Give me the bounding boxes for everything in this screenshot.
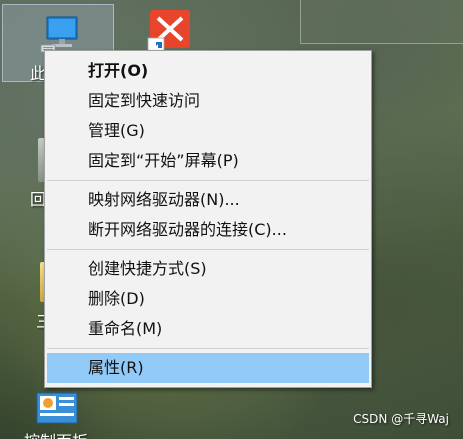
menu-item[interactable]: 映射网络驱动器(N)... <box>45 185 371 215</box>
menu-item[interactable]: 固定到“开始”屏幕(P) <box>45 146 371 176</box>
menu-separator <box>47 180 369 181</box>
menu-item[interactable]: 固定到快速访问 <box>45 86 371 116</box>
background-window <box>300 0 463 44</box>
app-shortcut-icon[interactable] <box>146 8 194 56</box>
menu-separator <box>47 348 369 349</box>
menu-item[interactable]: 删除(D) <box>45 284 371 314</box>
menu-separator <box>47 249 369 250</box>
context-menu: 打开(O) 固定到快速访问 管理(G) 固定到“开始”屏幕(P) 映射网络驱动器(N).… <box>44 50 372 388</box>
control-panel-label: 控制面板 <box>24 428 88 439</box>
menu-item[interactable]: 管理(G) <box>45 116 371 146</box>
control-panel-icon[interactable] <box>36 392 78 426</box>
menu-item[interactable]: 属性(R) <box>47 353 369 383</box>
menu-item[interactable]: 断开网络驱动器的连接(C)... <box>45 215 371 245</box>
menu-item[interactable]: 创建快捷方式(S) <box>45 254 371 284</box>
desktop: 此 回 三 控制面板 打开(O)固定到快速访问管理(G)固定到“开始”屏幕(P)… <box>0 0 463 439</box>
menu-item[interactable]: 打开(O) <box>45 56 371 86</box>
watermark: CSDN @千寻Waj <box>353 412 449 426</box>
computer-icon <box>40 16 78 53</box>
menu-item[interactable]: 重命名(M) <box>45 314 371 344</box>
